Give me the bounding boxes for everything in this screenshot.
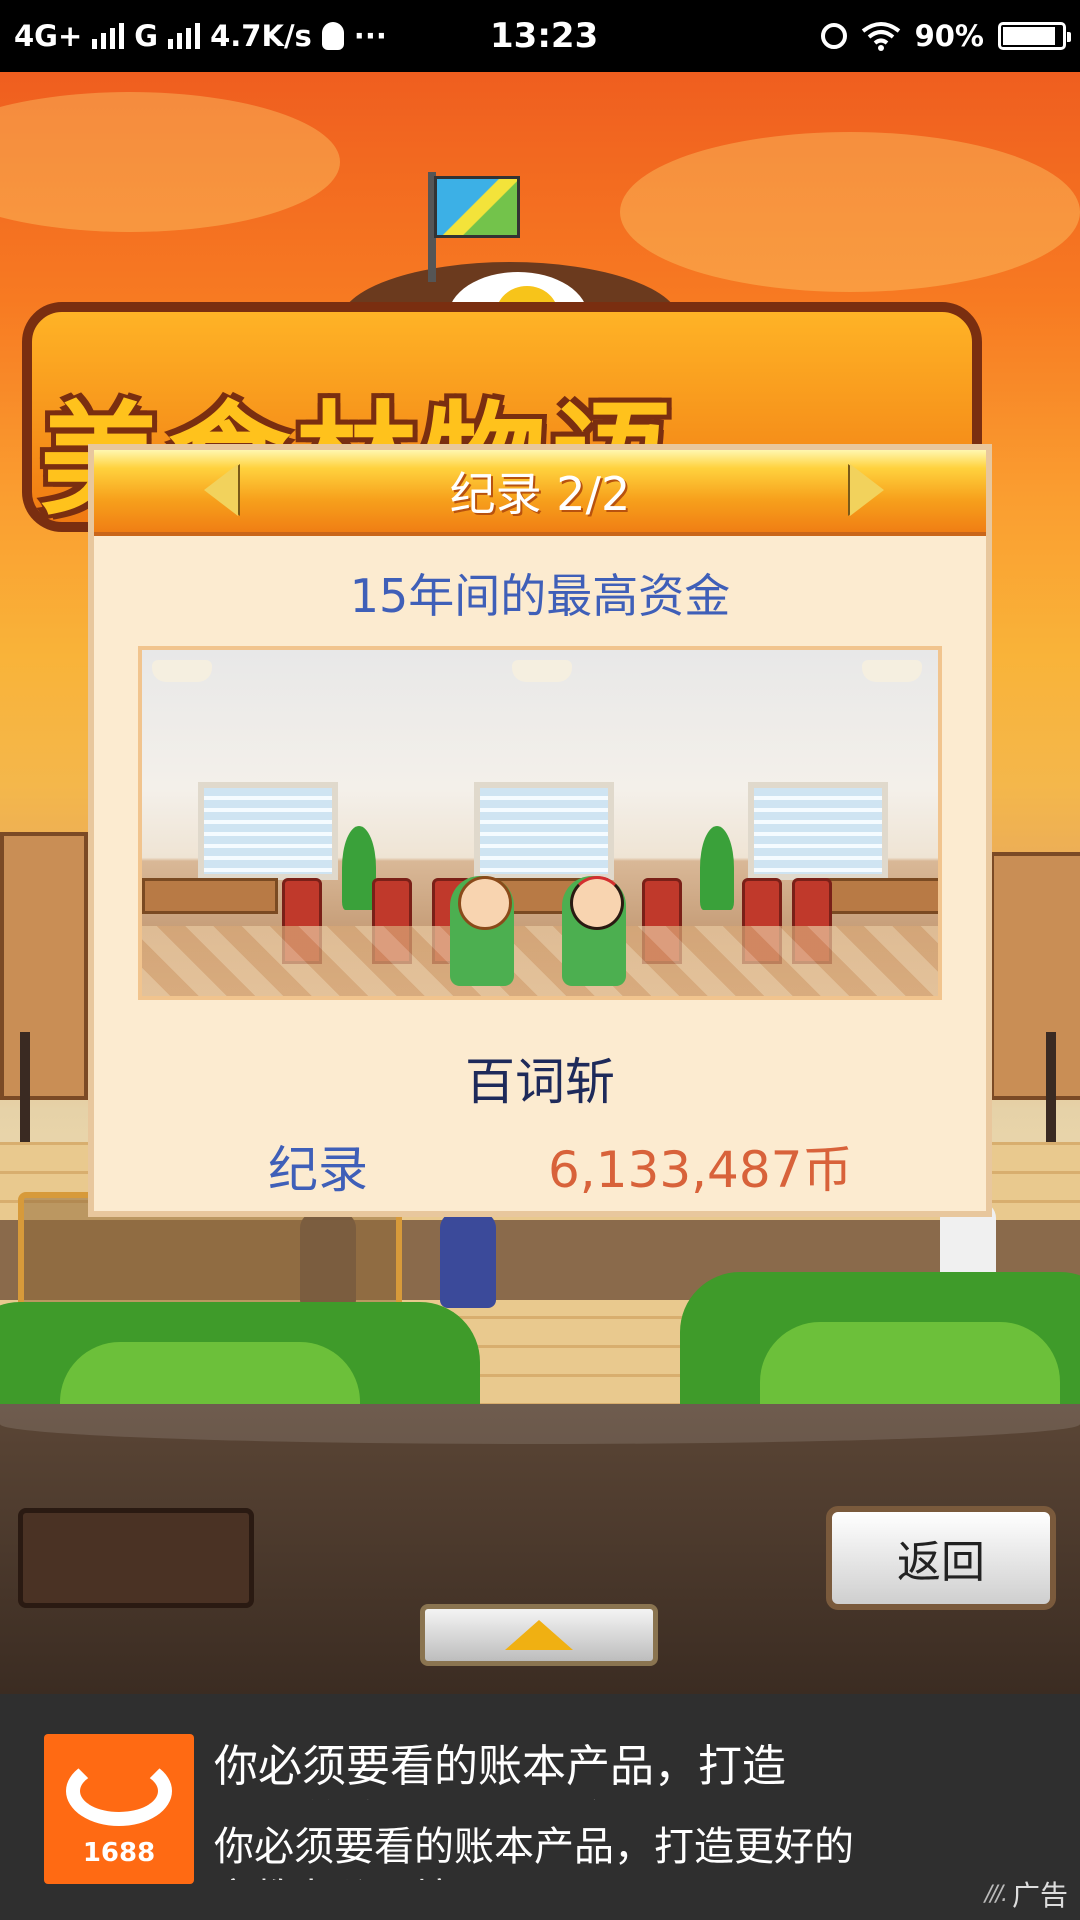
window: [198, 782, 338, 880]
cloud: [620, 132, 1080, 292]
flag-icon: [434, 176, 520, 238]
up-arrow-icon: [505, 1620, 573, 1650]
network-type-1: 4G+: [14, 19, 83, 53]
battery-percent: 90%: [914, 19, 984, 53]
ad-banner[interactable]: 1688 你必须要看的账本产品，打造 更好的文教办公环境 你必须要看的账本产品，…: [0, 1694, 1080, 1920]
ceiling-lamp: [862, 660, 922, 682]
cloud: [0, 92, 340, 232]
alarm-icon: [820, 23, 847, 49]
floor-tiles: [142, 926, 938, 996]
shop-name: 百词斩: [465, 1053, 615, 1111]
table: [142, 878, 278, 914]
alibaba-swirl-icon: [66, 1756, 172, 1826]
ad-headline[interactable]: 你必须要看的账本产品，打造: [214, 1730, 786, 1794]
ceiling-lamp: [152, 660, 212, 682]
network-type-2: G: [134, 19, 159, 53]
window: [748, 782, 888, 880]
signal-bars-icon: [92, 23, 125, 49]
record-category: 15年间的最高资金: [349, 569, 731, 623]
battery-fill: [1003, 27, 1055, 45]
ad-logo-marks-icon: ///.: [984, 1881, 1008, 1907]
ceiling-lamp: [512, 660, 572, 682]
record-value: 6,133,487币: [548, 1141, 853, 1199]
next-page-arrow-icon[interactable]: [850, 464, 884, 516]
ad-logo-number: 1688: [82, 1838, 156, 1868]
ad-label: ///. 广告: [985, 1874, 1068, 1914]
staff-character-female: [450, 876, 514, 986]
status-right: 90%: [820, 0, 1071, 72]
empty-slot: [18, 1508, 254, 1608]
ad-logo-1688[interactable]: 1688: [44, 1734, 194, 1884]
more-dots: ···: [353, 19, 387, 53]
character-head: [458, 876, 512, 930]
restaurant-scene-image: [138, 646, 942, 1000]
wifi-icon: [861, 22, 900, 51]
network-speed: 4.7K/s: [210, 19, 312, 53]
status-bar: 4G+ G 4.7K/s ··· 13:23 90%: [0, 0, 1080, 72]
ad-description-overflow: 文教办公环境: [214, 1866, 454, 1880]
potted-plant: [700, 826, 734, 910]
record-label: 纪录: [268, 1141, 368, 1199]
clock: 13:23: [490, 16, 599, 56]
window: [474, 782, 614, 880]
staff-character-male: [562, 876, 626, 986]
ad-headline-overflow: 更好的文教办公环境: [214, 1786, 610, 1800]
ad-description[interactable]: 你必须要看的账本产品，打造更好的: [214, 1814, 854, 1872]
back-button[interactable]: 返回: [826, 1506, 1056, 1610]
signal-bars-icon: [168, 23, 201, 49]
building: [990, 852, 1080, 1100]
npc-character: [440, 1212, 496, 1308]
potted-plant: [342, 826, 376, 910]
battery-icon: [998, 22, 1071, 50]
expand-up-button[interactable]: [420, 1604, 658, 1666]
record-dialog: 纪录 2/2 15年间的最高资金 百词斩 纪录 6,133,487币: [88, 444, 992, 1217]
status-left: 4G+ G 4.7K/s ···: [14, 0, 387, 72]
ad-tag-text: 广告: [1011, 1879, 1068, 1912]
dialog-header: 纪录 2/2: [94, 450, 986, 536]
character-head: [570, 876, 624, 930]
building: [0, 832, 88, 1100]
qq-penguin-icon: [321, 22, 344, 50]
